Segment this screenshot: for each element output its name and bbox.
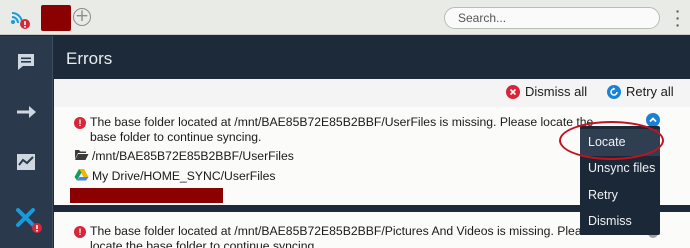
- sidebar-item-transfers[interactable]: [0, 90, 53, 134]
- google-drive-icon: [74, 169, 89, 181]
- app-status-icon[interactable]: [8, 7, 34, 31]
- account-avatar[interactable]: [41, 5, 71, 31]
- add-account-button[interactable]: +: [73, 8, 91, 26]
- remote-path: My Drive/HOME_SYNC/UserFiles: [92, 169, 276, 183]
- top-bar: + ···: [0, 0, 690, 35]
- retry-all-label: Retry all: [626, 84, 674, 99]
- local-path: /mnt/BAE85B72E85B2BBF/UserFiles: [92, 149, 294, 163]
- sidebar-item-errors[interactable]: [0, 196, 53, 240]
- chevron-up-icon: [649, 117, 657, 123]
- error-message: The base folder located at /mnt/BAE85B72…: [90, 224, 595, 248]
- page-title: Errors: [66, 49, 113, 68]
- search-input[interactable]: [444, 7, 660, 29]
- arrow-right-icon: [17, 106, 36, 118]
- menu-item-unsync-files[interactable]: Unsync files: [580, 155, 660, 182]
- sidebar-item-activity[interactable]: [0, 140, 53, 184]
- more-options-icon[interactable]: · · ·: [673, 4, 683, 32]
- activity-chart-icon: [17, 154, 35, 170]
- error-actions-menu: Locate Unsync files Retry Dismiss: [580, 126, 660, 235]
- dismiss-icon: [506, 85, 520, 99]
- error-message: The base folder located at /mnt/BAE85B72…: [90, 115, 594, 144]
- action-bar: Dismiss all Retry all: [54, 79, 690, 107]
- chat-icon: [18, 54, 34, 70]
- folder-open-icon: [75, 150, 89, 160]
- menu-item-retry[interactable]: Retry: [580, 182, 660, 209]
- collapse-button[interactable]: [646, 113, 660, 127]
- sync-error-icon: [16, 208, 42, 233]
- sidebar-item-messages[interactable]: [0, 40, 53, 84]
- error-icon: !: [74, 226, 86, 238]
- dismiss-all-label: Dismiss all: [525, 84, 588, 99]
- redacted-block: [70, 188, 223, 203]
- error-icon: !: [74, 117, 86, 129]
- menu-item-locate[interactable]: Locate: [580, 129, 660, 156]
- retry-icon: [607, 85, 621, 99]
- menu-item-dismiss[interactable]: Dismiss: [580, 208, 660, 235]
- sidebar: [0, 36, 53, 248]
